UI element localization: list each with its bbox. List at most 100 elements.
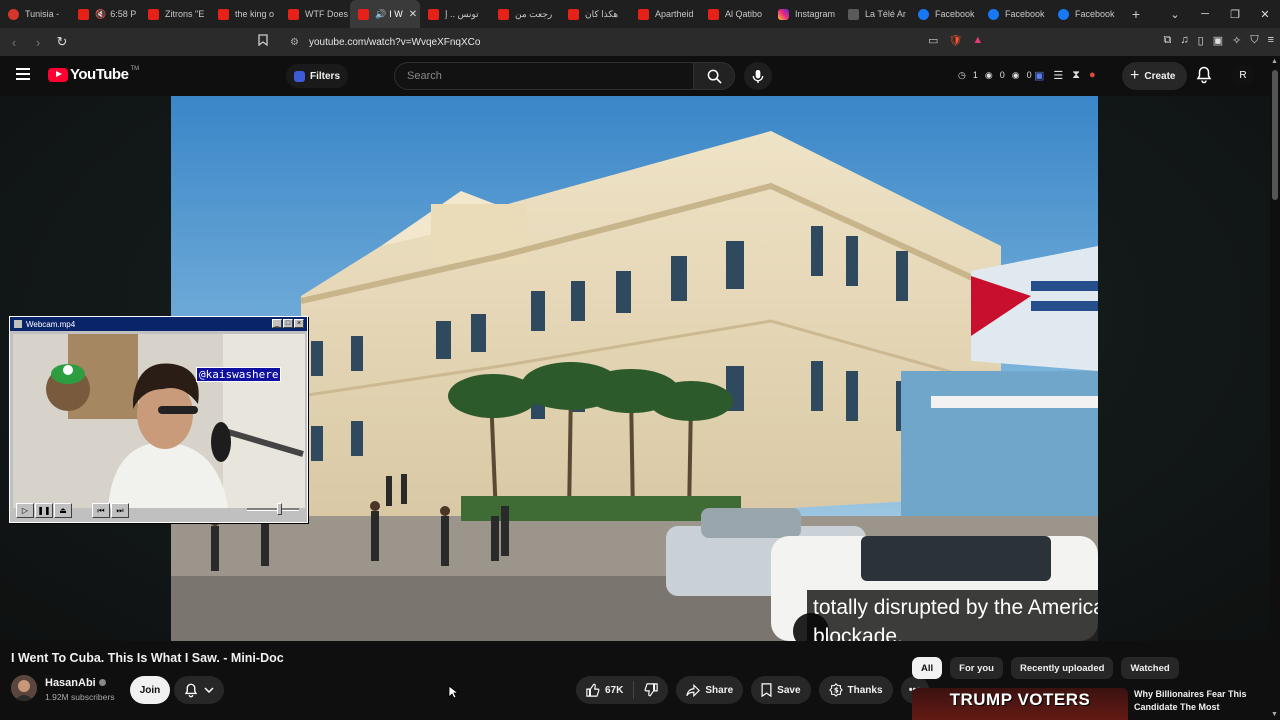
create-button[interactable]: + Create (1122, 62, 1188, 90)
webcam-handle-label: @kaiswashere (196, 367, 282, 382)
youtube-header: YouTube TM Filters Search ◷ 1 ◉ 0 ◉ 0 ▣ ☰ ⧗… (0, 56, 1280, 96)
facebook-favicon-icon (1058, 8, 1069, 20)
wallet-icon[interactable]: ▣ (1213, 34, 1223, 47)
browser-tab-active[interactable]: 🔊 I W ✕ (350, 0, 420, 28)
recommended-video-thumbnail[interactable]: TRUMP VOTERS (912, 688, 1128, 720)
browser-tab[interactable]: Apartheid (630, 0, 700, 28)
cast-icon[interactable]: ▭ (928, 34, 938, 47)
address-bar[interactable]: ⚙ youtube.com/watch?v=WvqeXFnqXCo (282, 32, 1002, 52)
search-input[interactable]: Search (394, 62, 694, 90)
minimize-icon: _ (272, 319, 282, 328)
youtube-favicon-icon (148, 8, 159, 20)
scroll-down-icon[interactable]: ▼ (1271, 711, 1278, 718)
chip-for-you[interactable]: For you (950, 657, 1003, 679)
browser-tab[interactable]: رجعت من (490, 0, 560, 28)
extension-stats[interactable]: ◷ 1 ◉ 0 ◉ 0 (958, 70, 1032, 81)
save-button[interactable]: Save (751, 676, 811, 704)
site-settings-icon[interactable]: ⚙ (290, 37, 299, 48)
youtube-favicon-icon (708, 8, 719, 20)
browser-tab[interactable]: La Télé Ar (840, 0, 910, 28)
browser-tab[interactable]: WTF Does (280, 0, 350, 28)
tab-search-icon[interactable]: ⌄ (1160, 8, 1190, 21)
brave-rewards-icon[interactable]: ▲ (972, 34, 983, 47)
guide-menu-icon[interactable] (16, 68, 30, 80)
audio-playing-icon[interactable]: 🔊 (375, 9, 386, 20)
filter-icon (294, 70, 305, 82)
subscription-notifications-button[interactable] (174, 676, 224, 704)
video-subtitle: totally disrupted by the American oil bl… (807, 590, 1098, 641)
minimize-icon[interactable]: ─ (1190, 8, 1220, 20)
instagram-favicon-icon (778, 8, 789, 20)
chip-watched[interactable]: Watched (1121, 657, 1179, 679)
close-tab-icon[interactable]: ✕ (409, 9, 417, 20)
youtube-favicon-icon (358, 8, 369, 20)
video-actions: 67K Share Save $ Thanks ••• (576, 676, 929, 704)
browser-tab[interactable]: Facebook (980, 0, 1050, 28)
video-player[interactable]: totally disrupted by the American oil bl… (171, 96, 1098, 641)
muted-icon[interactable]: 🔇 (95, 9, 106, 20)
webcam-frame (13, 334, 305, 508)
menu-icon[interactable]: ≡ (1268, 34, 1274, 47)
restore-icon[interactable]: ❐ (1220, 8, 1250, 21)
sidebar-icon[interactable]: ▯ (1198, 34, 1204, 47)
extensions-icon[interactable]: ⧉ (1164, 34, 1172, 47)
dislike-button[interactable] (634, 676, 668, 704)
youtube-logo[interactable]: YouTube TM (48, 66, 139, 83)
share-icon (686, 683, 701, 697)
video-title: I Went To Cuba. This Is What I Saw. - Mi… (11, 651, 284, 665)
window-icon (14, 320, 22, 328)
media-icon[interactable]: ♫ (1180, 34, 1188, 47)
browser-tab[interactable]: the king o (210, 0, 280, 28)
scroll-up-icon[interactable]: ▲ (1271, 58, 1278, 65)
account-avatar[interactable]: R (1232, 64, 1254, 86)
voice-search-button[interactable] (744, 62, 772, 90)
channel-avatar[interactable] (11, 675, 37, 701)
browser-tab[interactable]: Zitrons "E (140, 0, 210, 28)
browser-toolbar: ‹ › ↻ ⚙ youtube.com/watch?v=WvqeXFnqXCo … (0, 28, 1280, 56)
page-scrollbar[interactable]: ▲ ▼ (1270, 56, 1280, 720)
close-window-icon[interactable]: ✕ (1250, 8, 1280, 21)
recommended-video-title[interactable]: Why Billionaires Fear This Candidate The… (1134, 688, 1264, 714)
notification-extension-icon[interactable]: ● (1089, 69, 1096, 82)
brave-shields-icon[interactable]: 🛡 (948, 34, 962, 47)
share-button[interactable]: Share (676, 676, 744, 704)
youtube-play-icon (48, 67, 68, 82)
like-button[interactable]: 67K (576, 676, 633, 704)
video-frame (171, 96, 1098, 641)
subscriber-count: 1.92M subscribers (45, 692, 115, 702)
filters-button[interactable]: Filters (286, 64, 349, 88)
search-button[interactable] (693, 62, 735, 90)
vpn-icon[interactable]: ⛉ (1250, 34, 1258, 47)
verified-icon (98, 679, 106, 686)
browser-tab[interactable]: هكذا كان (560, 0, 630, 28)
thanks-button[interactable]: $ Thanks (818, 676, 893, 704)
bell-icon (184, 683, 198, 697)
browser-tab[interactable]: Facebook (910, 0, 980, 28)
forward-icon[interactable]: › (28, 35, 48, 50)
back-icon[interactable]: ‹ (4, 35, 24, 50)
browser-tab[interactable]: Instagram (770, 0, 840, 28)
youtube-favicon-icon (218, 8, 229, 20)
chip-recently-uploaded[interactable]: Recently uploaded (1010, 657, 1114, 679)
hourglass-icon[interactable]: ⧗ (1072, 69, 1080, 82)
chip-all[interactable]: All (912, 657, 943, 679)
browser-tab[interactable]: 🔇 6:58 P (70, 0, 140, 28)
transcript-icon[interactable]: ☰ (1053, 69, 1063, 82)
pause-icon: ❚❚ (35, 503, 53, 518)
extension-icon[interactable]: ▣ (1034, 69, 1044, 82)
browser-tab[interactable]: Al Qatibo (700, 0, 770, 28)
leo-icon[interactable]: ✧ (1232, 34, 1241, 47)
notifications-bell-icon[interactable] (1196, 66, 1212, 89)
bookmark-icon[interactable] (258, 34, 268, 49)
browser-tab[interactable]: Facebook (1050, 0, 1120, 28)
new-tab-button[interactable]: + (1124, 6, 1148, 22)
channel-name[interactable]: HasanAbi (45, 677, 106, 689)
eye-icon: ◉ (984, 70, 993, 80)
browser-tab[interactable]: Tunisia - (0, 0, 70, 28)
slider-knob (277, 503, 282, 515)
scrollbar-thumb[interactable] (1272, 70, 1278, 200)
browser-tab[interactable]: تونس .. إ (420, 0, 490, 28)
browser-tab-strip: Tunisia - 🔇 6:58 P Zitrons "E the king o … (0, 0, 1280, 28)
join-button[interactable]: Join (130, 676, 170, 704)
reload-icon[interactable]: ↻ (52, 34, 72, 50)
